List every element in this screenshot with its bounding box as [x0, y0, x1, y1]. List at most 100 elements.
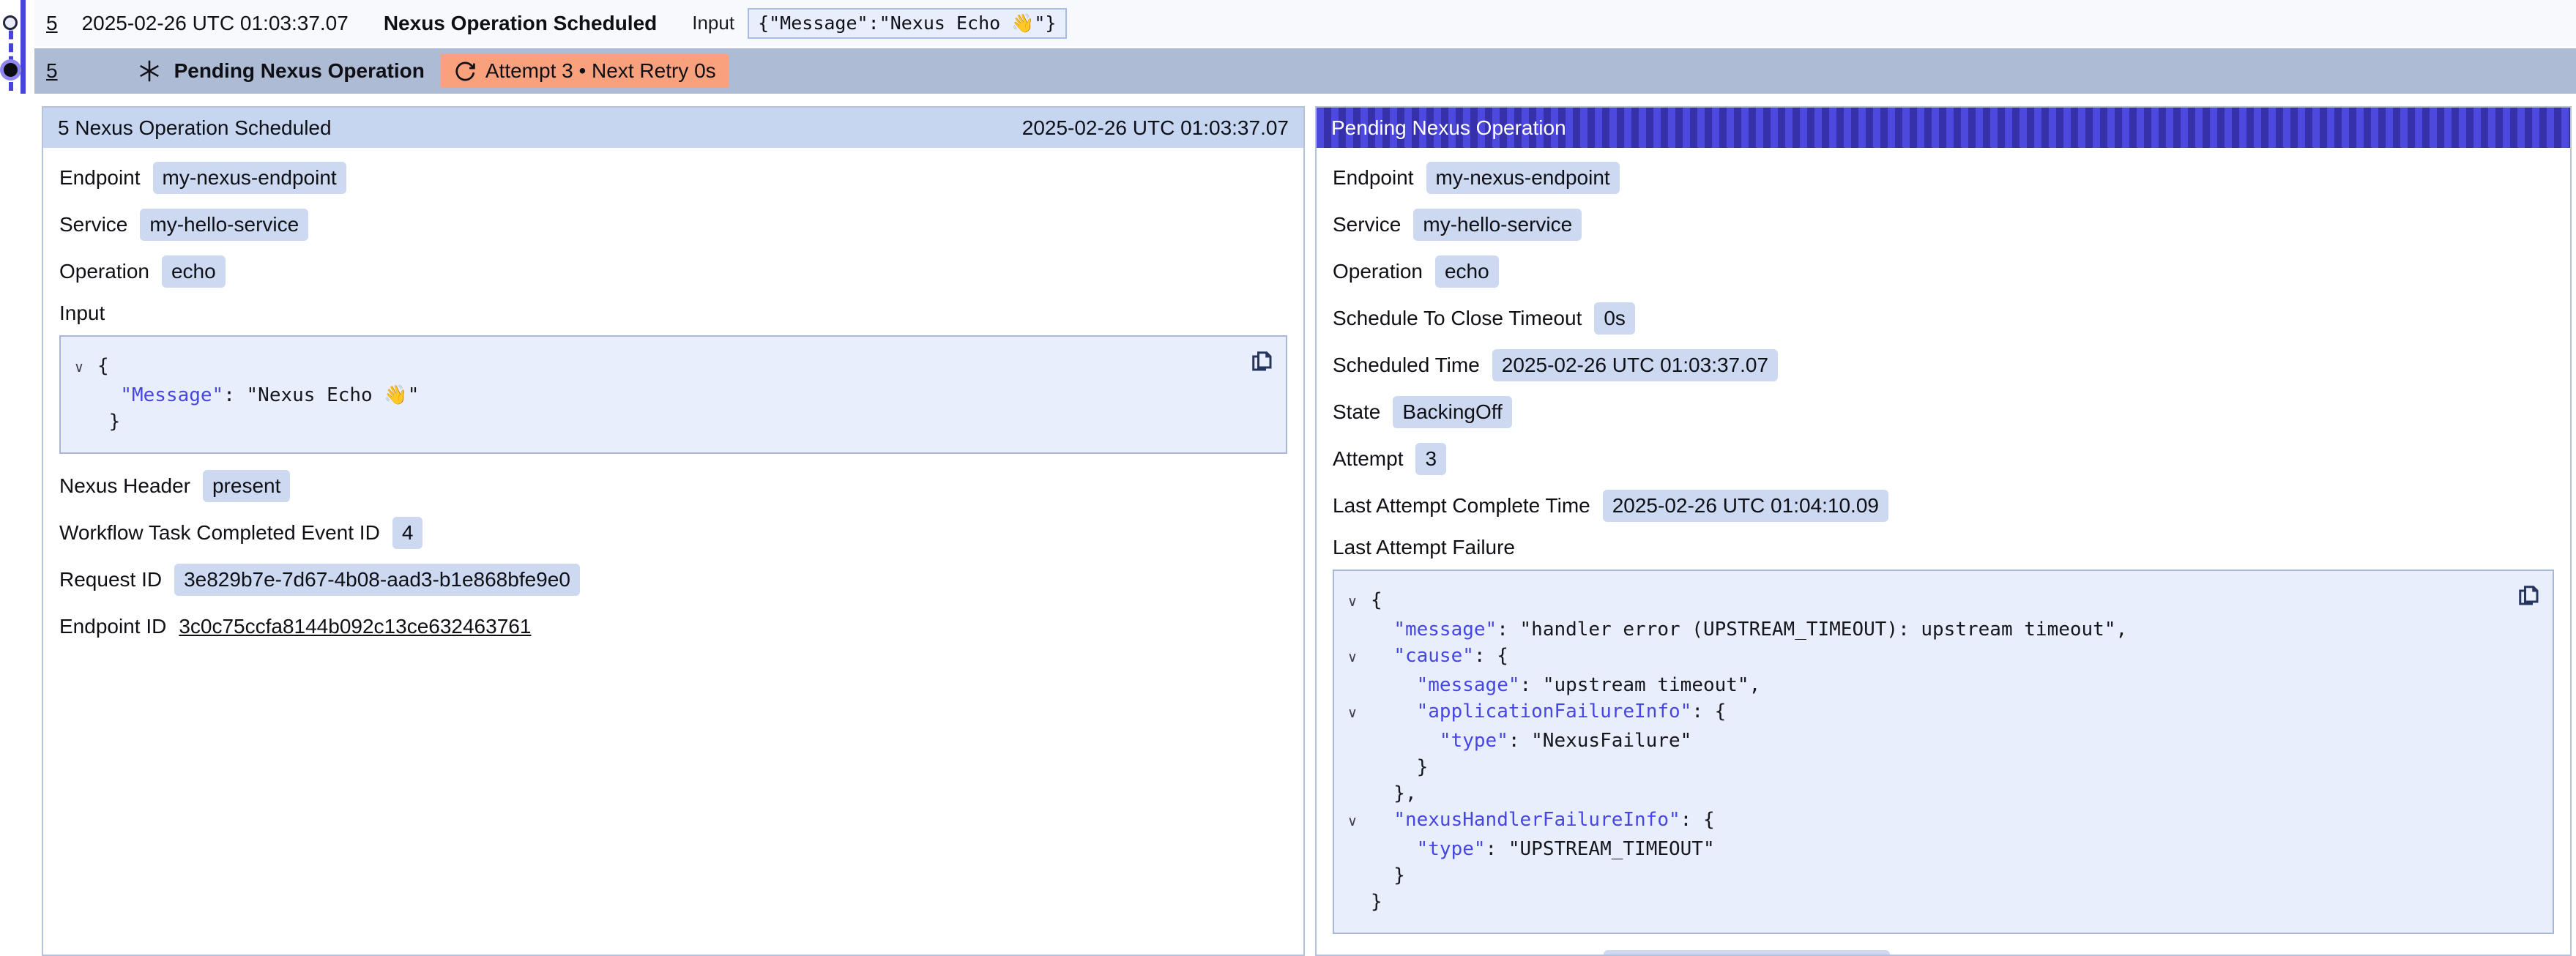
json-line-text: "applicationFailureInfo": {: [1371, 698, 1726, 728]
field-label: Attempt: [1333, 447, 1403, 471]
event-timestamp: 2025-02-26 UTC 01:03:37.07: [82, 12, 349, 35]
json-line-gutter: [1334, 728, 1371, 754]
field-row: Nexus Header present: [59, 469, 1287, 502]
json-line-text: }: [1371, 889, 1382, 915]
field-list: Endpoint my-nexus-endpoint Service my-he…: [59, 161, 1287, 288]
timeline-node-hollow-circle-icon[interactable]: [3, 15, 18, 30]
field-value-badge: present: [203, 470, 290, 502]
json-line: }: [1334, 862, 2506, 889]
field-list: Nexus Header present Workflow Task Compl…: [59, 469, 1287, 643]
chevron-down-icon[interactable]: ∨: [1334, 807, 1371, 836]
json-line-gutter: [1334, 862, 1371, 889]
field-row: Service my-hello-service: [59, 208, 1287, 241]
json-line: }: [61, 408, 1239, 435]
timeline-active-bar: [21, 0, 26, 94]
json-line: }: [1334, 889, 2506, 915]
event-title: Pending Nexus Operation: [174, 59, 425, 83]
field-label: Workflow Task Completed Event ID: [59, 521, 380, 545]
field-value-badge: my-hello-service: [1413, 209, 1582, 241]
json-line-gutter: [1334, 672, 1371, 698]
detail-panels: 5 Nexus Operation Scheduled 2025-02-26 U…: [42, 106, 2572, 956]
field-row: Scheduled Time 2025-02-26 UTC 01:03:37.0…: [1333, 348, 2554, 381]
json-line: ∨{: [1334, 587, 2506, 616]
field-row: Endpoint ID 3c0c75ccfa8144b092c13ce63246…: [59, 610, 1287, 643]
timeline-node-filled-circle-icon[interactable]: [4, 63, 18, 77]
field-value-badge: 4: [392, 517, 423, 549]
field-row: State BackingOff: [1333, 395, 2554, 428]
retry-status-badge: Attempt 3 • Next Retry 0s: [441, 54, 729, 88]
field-value-badge: 3e829b7e-7d67-4b08-aad3-b1e868bfe9e0: [174, 564, 580, 596]
json-line-text: }: [97, 408, 120, 435]
json-line-gutter: [1334, 754, 1371, 780]
event-row-nexus-operation-scheduled[interactable]: 5 2025-02-26 UTC 01:03:37.07 Nexus Opera…: [34, 0, 2576, 46]
field-label: Endpoint: [1333, 166, 1414, 190]
failure-section-label: Last Attempt Failure: [1333, 536, 2554, 559]
field-label: State: [1333, 400, 1380, 424]
json-line-text: },: [1371, 780, 1417, 807]
field-value-badge: my-hello-service: [140, 209, 308, 241]
field-label: Operation: [59, 260, 149, 283]
field-value-badge: 0s: [1594, 302, 1635, 335]
field-row: Workflow Task Completed Event ID 4: [59, 516, 1287, 549]
input-section-label: Input: [59, 302, 1287, 325]
event-row-pending-nexus-operation[interactable]: 5 Pending Nexus Operation Attempt 3 • Ne…: [34, 48, 2576, 94]
field-value-badge: 3: [1415, 443, 1446, 475]
json-line: },: [1334, 780, 2506, 807]
json-line: ∨ "cause": {: [1334, 643, 2506, 672]
event-input-label: Input: [692, 12, 734, 34]
json-line-text: "message": "upstream timeout",: [1371, 672, 1760, 698]
field-label: Request ID: [59, 568, 162, 591]
field-value-badge: my-nexus-endpoint: [153, 162, 346, 194]
field-label: Endpoint ID: [59, 615, 166, 638]
chevron-down-icon[interactable]: ∨: [1334, 698, 1371, 728]
panel-header: 5 Nexus Operation Scheduled 2025-02-26 U…: [43, 108, 1303, 148]
json-line-text: "nexusHandlerFailureInfo": {: [1371, 807, 1715, 836]
json-lines: ∨{ "message": "handler error (UPSTREAM_T…: [1334, 587, 2506, 915]
json-lines: ∨{ "Message": "Nexus Echo 👋" }: [61, 353, 1239, 435]
field-row: Endpoint my-nexus-endpoint: [1333, 161, 2554, 194]
panel-title: 5 Nexus Operation Scheduled: [58, 116, 332, 140]
chevron-down-icon[interactable]: ∨: [61, 353, 97, 382]
field-label: Schedule To Close Timeout: [1333, 307, 1582, 330]
event-id-link[interactable]: 5: [46, 59, 58, 83]
json-line: "type": "NexusFailure": [1334, 728, 2506, 754]
input-json-viewer: ∨{ "Message": "Nexus Echo 👋" }: [59, 335, 1287, 454]
chevron-down-icon[interactable]: ∨: [1334, 643, 1371, 672]
event-id-link[interactable]: 5: [46, 12, 58, 35]
json-line: ∨{: [61, 353, 1239, 382]
field-value-badge: my-nexus-endpoint: [1426, 162, 1620, 194]
copy-icon[interactable]: [1248, 347, 1276, 375]
field-row: Endpoint my-nexus-endpoint: [59, 161, 1287, 194]
json-line-text: "Message": "Nexus Echo 👋": [97, 382, 419, 408]
field-label: Service: [1333, 213, 1401, 236]
json-line-gutter: [1334, 836, 1371, 862]
json-line-gutter: [61, 408, 97, 435]
field-value-badge: 2025-02-26 UTC 01:03:37.07: [1492, 349, 1778, 381]
chevron-down-icon[interactable]: ∨: [1334, 587, 1371, 616]
panel-timestamp: 2025-02-26 UTC 01:03:37.07: [1022, 116, 1289, 140]
event-input-preview-badge[interactable]: {"Message":"Nexus Echo 👋"}: [748, 8, 1066, 39]
field-row: Request ID 3e829b7e-7d67-4b08-aad3-b1e86…: [59, 563, 1287, 596]
json-line-text: "type": "NexusFailure": [1371, 728, 1691, 754]
asterisk-pending-icon: [136, 58, 163, 84]
json-line: "type": "UPSTREAM_TIMEOUT": [1334, 836, 2506, 862]
json-line-text: "type": "UPSTREAM_TIMEOUT": [1371, 836, 1715, 862]
retry-icon: [454, 60, 477, 83]
field-row: Attempt 3: [1333, 442, 2554, 475]
field-value-badge: 2025-02-26 UTC 01:04:10.09: [1603, 490, 1888, 522]
panel-header: Pending Nexus Operation: [1317, 108, 2570, 148]
event-history-rows: 5 2025-02-26 UTC 01:03:37.07 Nexus Opera…: [34, 0, 2576, 94]
json-line-gutter: [1334, 889, 1371, 915]
json-line-text: "message": "handler error (UPSTREAM_TIME…: [1371, 616, 2127, 643]
json-line-text: {: [97, 353, 109, 382]
field-list: Next Attempt Schedule Time 2025-02-26 UT…: [1333, 949, 2554, 956]
field-row: Last Attempt Complete Time 2025-02-26 UT…: [1333, 489, 2554, 522]
json-line-text: }: [1371, 862, 1405, 889]
field-value-link[interactable]: 3c0c75ccfa8144b092c13ce632463761: [179, 615, 531, 638]
copy-icon[interactable]: [2514, 581, 2542, 609]
field-label: Scheduled Time: [1333, 354, 1480, 377]
field-row: Service my-hello-service: [1333, 208, 2554, 241]
json-line-text: "cause": {: [1371, 643, 1508, 672]
json-line-gutter: [61, 382, 97, 408]
json-line: "message": "handler error (UPSTREAM_TIME…: [1334, 616, 2506, 643]
